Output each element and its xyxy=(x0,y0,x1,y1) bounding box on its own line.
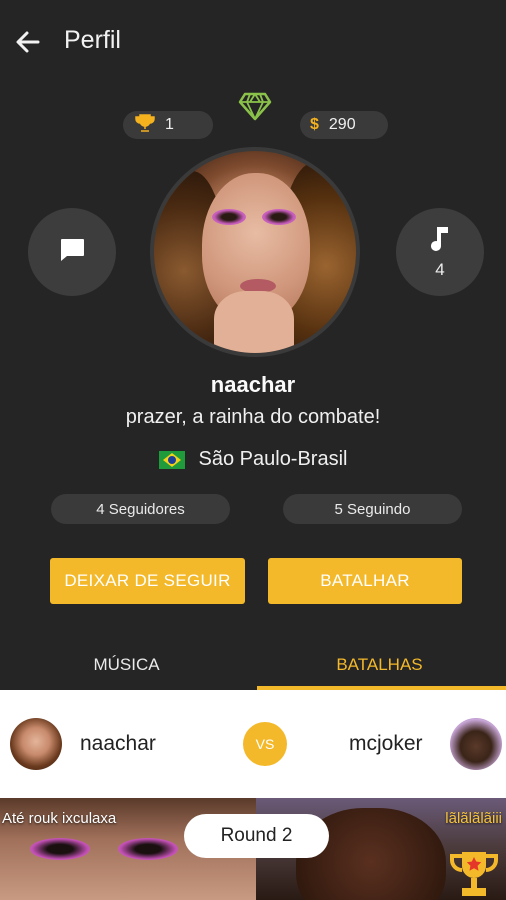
arrow-left-icon[interactable] xyxy=(10,24,46,60)
profile-tabs: MÚSICA BATALHAS xyxy=(0,640,506,690)
unfollow-button[interactable]: DEIXAR DE SEGUIR xyxy=(50,558,245,604)
tab-music[interactable]: MÚSICA xyxy=(0,640,253,690)
battle-list-item[interactable]: naachar VS mcjoker xyxy=(0,690,506,798)
battle-button[interactable]: BATALHAR xyxy=(268,558,462,604)
diamond-icon xyxy=(237,86,273,122)
app-bar: Perfil xyxy=(0,0,506,86)
coin-balance-badge: $ 290 xyxy=(300,111,388,139)
trophy-count: 1 xyxy=(165,116,174,133)
dollar-icon: $ xyxy=(310,116,319,133)
following-button[interactable]: 5 Seguindo xyxy=(283,494,462,524)
profile-bio: prazer, a rainha do combate! xyxy=(125,406,381,428)
chat-icon xyxy=(58,237,86,268)
music-count: 4 xyxy=(435,259,445,279)
avatar xyxy=(450,718,502,770)
vs-badge: VS xyxy=(243,722,287,766)
battle-preview[interactable]: Até rouk ixculaxa lãlãlãlãiii Round 2 xyxy=(0,798,506,900)
left-caption: Até rouk ixculaxa xyxy=(2,810,117,827)
followers-button[interactable]: 4 Seguidores xyxy=(51,494,230,524)
profile-location: São Paulo-Brasil xyxy=(0,448,506,471)
tab-battles[interactable]: BATALHAS xyxy=(253,640,506,690)
trophy-icon xyxy=(135,113,155,137)
trophy-count-badge: 1 xyxy=(123,111,213,139)
brazil-flag-icon xyxy=(158,450,185,469)
battle-player-left: naachar xyxy=(80,732,156,755)
music-note-icon xyxy=(429,225,451,258)
location-text: São Paulo-Brasil xyxy=(198,448,348,470)
avatar xyxy=(10,718,62,770)
message-button[interactable] xyxy=(28,208,116,296)
page-title: Perfil xyxy=(64,26,121,54)
battle-player-right: mcjoker xyxy=(349,732,423,755)
coin-count: 290 xyxy=(328,116,356,133)
profile-username: naachar xyxy=(210,372,296,397)
round-badge: Round 2 xyxy=(184,814,329,858)
trophy-icon xyxy=(446,848,502,900)
right-caption: lãlãlãlãiii xyxy=(445,810,502,827)
music-button[interactable]: 4 xyxy=(396,208,484,296)
profile-avatar xyxy=(150,147,360,357)
